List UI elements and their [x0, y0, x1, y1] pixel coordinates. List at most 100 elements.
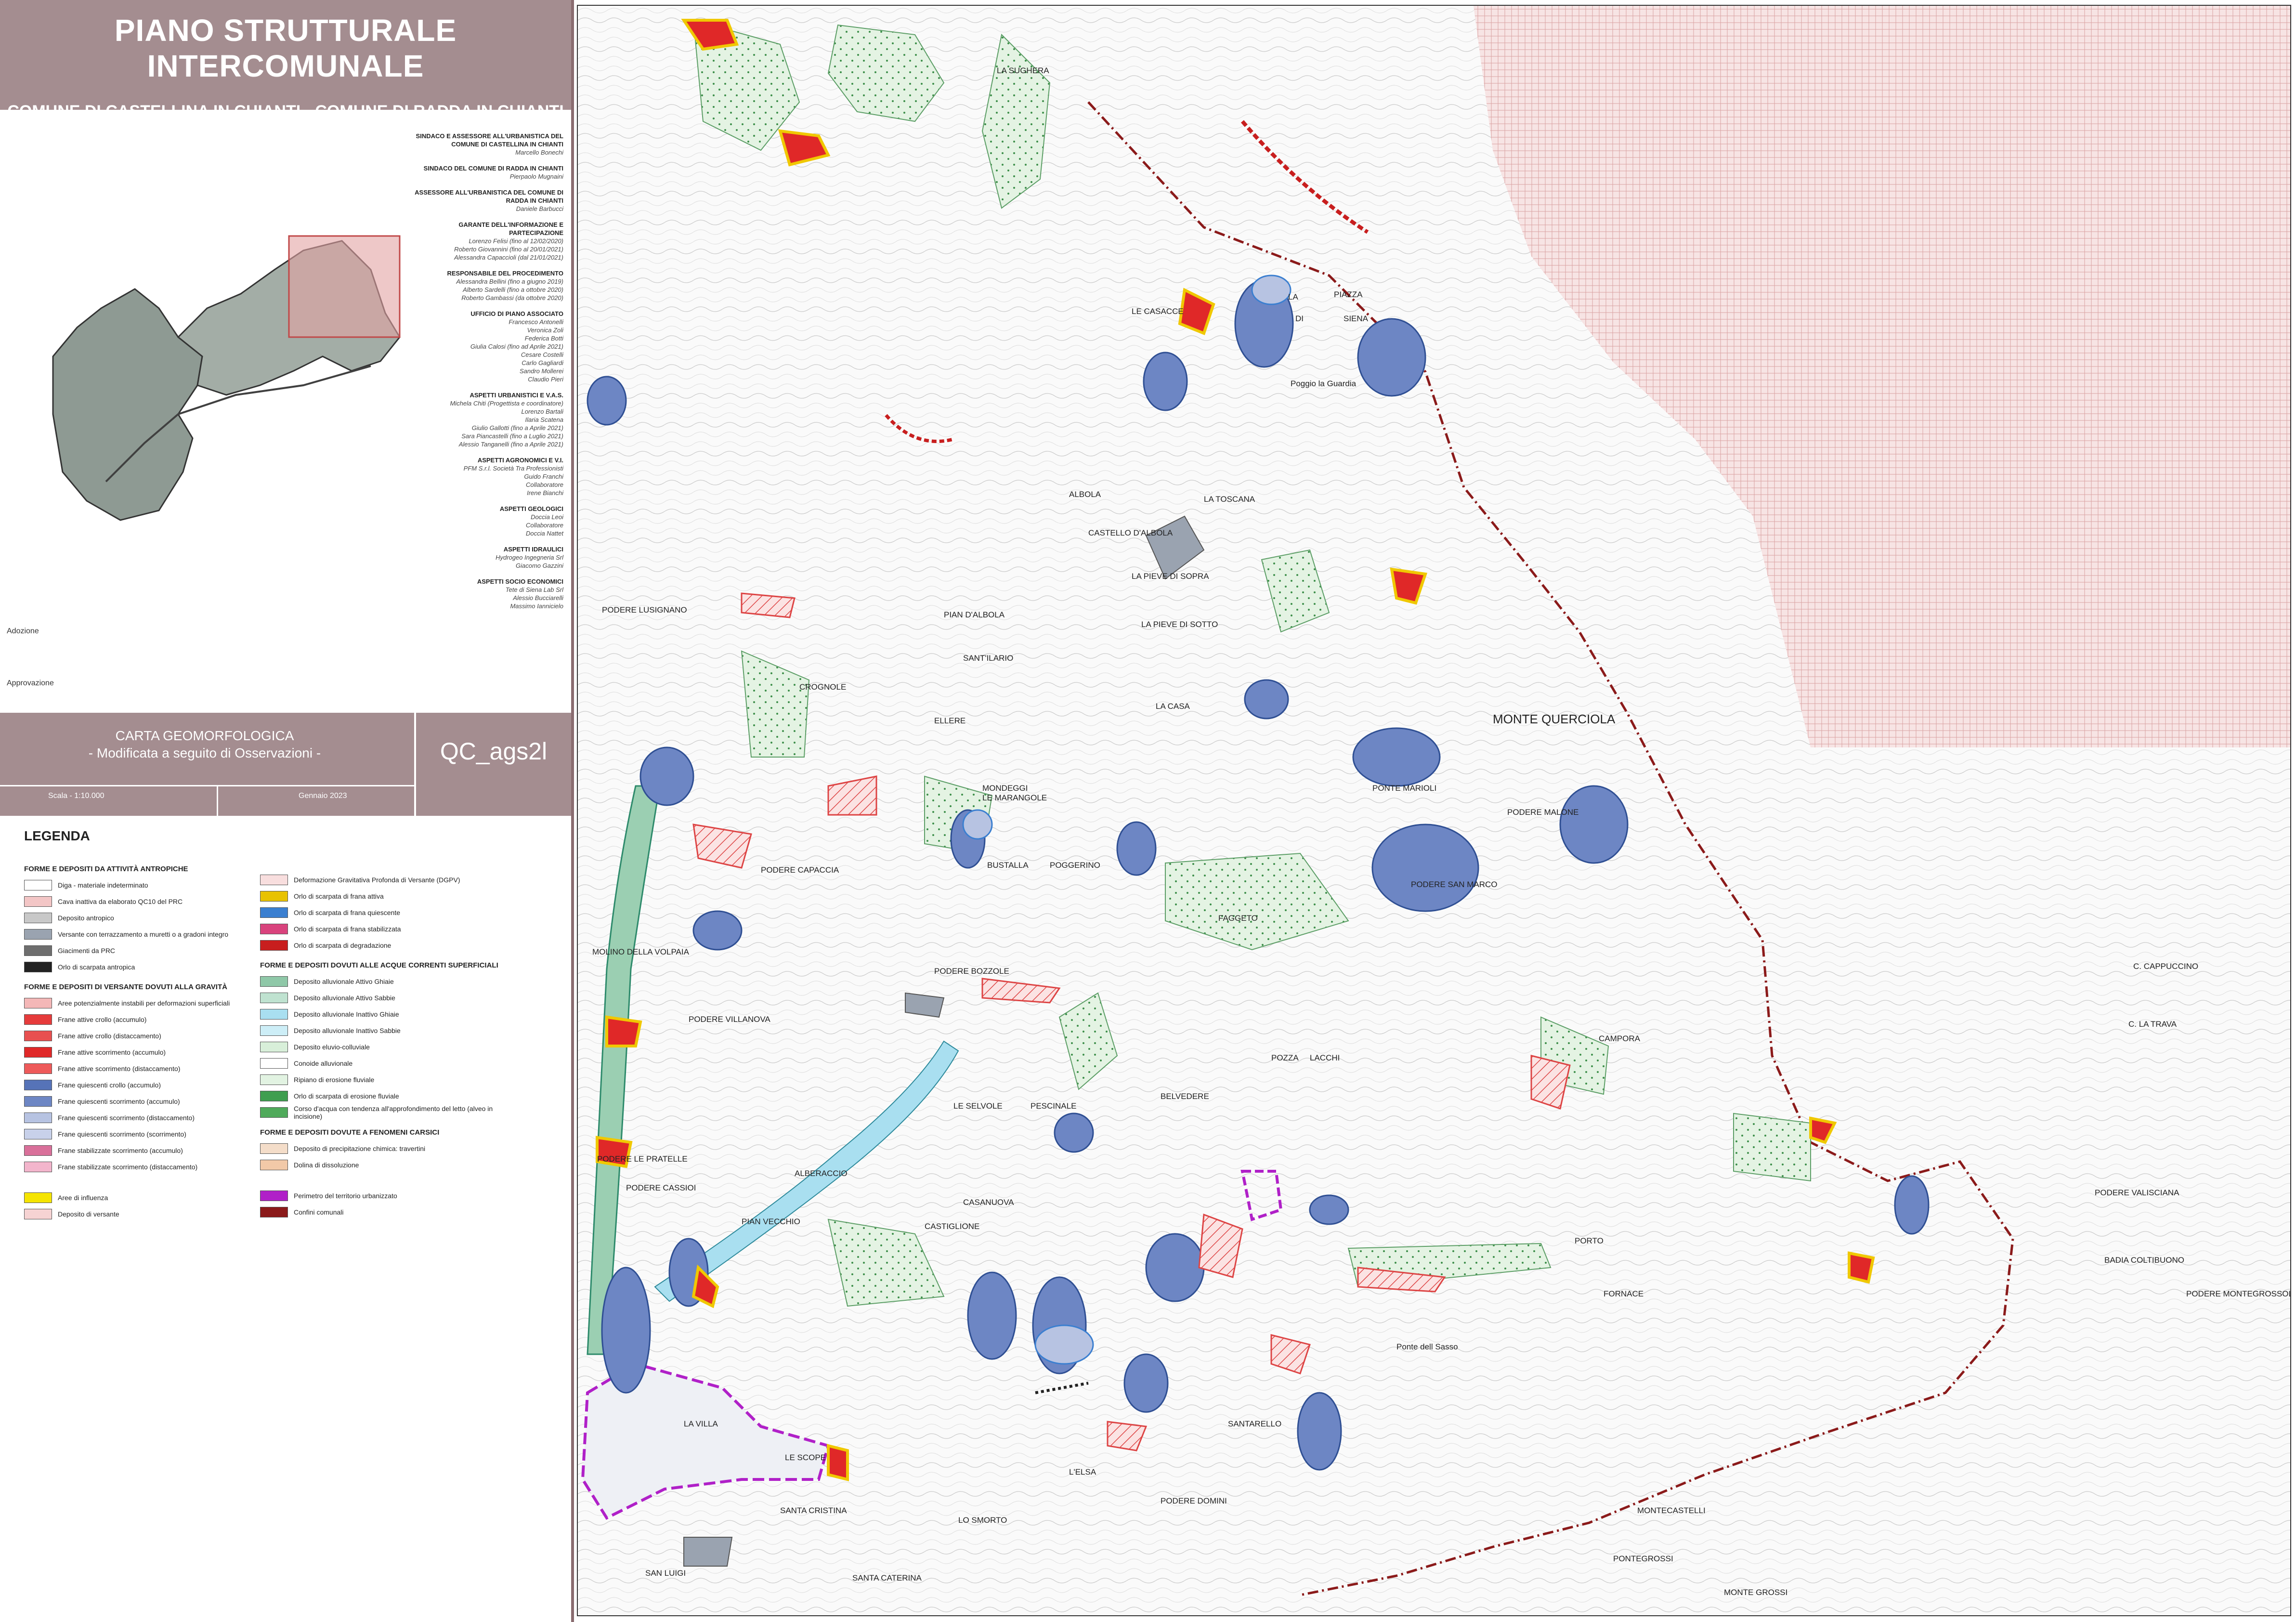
legend-item: Deposito eluvio-colluviale [260, 1039, 501, 1055]
credit-name: Sara Piancastelli (fino a Luglio 2021) [461, 432, 563, 440]
credit-name: Alessio Tanganelli (fino a Aprile 2021) [458, 441, 563, 448]
legend-label: Frane quiescenti crollo (accumulo) [58, 1081, 161, 1089]
title-card: CARTA GEOMORFOLOGICA - Modificata a segu… [0, 713, 571, 816]
legend-swatch [24, 1209, 52, 1219]
legend-item: Dolina di dissoluzione [260, 1157, 501, 1173]
legend-section-title: FORME E DEPOSITI DI VERSANTE DOVUTI ALLA… [24, 983, 227, 991]
legend-swatch [24, 1047, 52, 1058]
legend-swatch [24, 962, 52, 972]
place-label: MONTE GROSSI [1724, 1588, 1787, 1597]
place-label: BUSTALLA [987, 861, 1029, 870]
place-label: LE CASACCE [1132, 307, 1184, 316]
legend-swatch [24, 929, 52, 940]
legend-swatch [24, 1014, 52, 1025]
legend-item: Frane attive crollo (accumulo) [24, 1011, 265, 1028]
credit-name: Veronica Zoli [527, 327, 563, 334]
legend-swatch [260, 1009, 288, 1020]
legend-swatch [260, 1091, 288, 1101]
legend-label: Frane attive crollo (accumulo) [58, 1016, 147, 1023]
place-label: PODERE VALISCIANA [2095, 1188, 2179, 1197]
legend-item: Frane attive crollo (distaccamento) [24, 1028, 265, 1044]
place-label: LA PIEVE DI SOTTO [1141, 620, 1218, 629]
legend-label: Deposito di versante [58, 1210, 119, 1218]
credit-name: Giulia Calosi (fino ad Aprile 2021) [470, 343, 563, 350]
map-canvas[interactable]: LA SUGHERA LA PIAZZA DI SIENA LE CASACCE Poggi… [578, 6, 2290, 1615]
credit-name: Cesare Costelli [521, 351, 563, 358]
legend-item: Diga - materiale indeterminato [24, 877, 265, 893]
legend-item: Frane quiescenti scorrimento (accumulo) [24, 1093, 265, 1110]
legend-item: Aree potenzialmente instabili per deform… [24, 995, 265, 1011]
legend-item: Orlo di scarpata di frana stabilizzata [260, 921, 501, 937]
legend-swatch [260, 907, 288, 918]
legend-label: Frane quiescenti scorrimento (accumulo) [58, 1098, 180, 1105]
place-label: PONTEGROSSI [1613, 1554, 1673, 1563]
legend-swatch [24, 1112, 52, 1123]
legend-swatch [260, 993, 288, 1003]
legend-label: Frane stabilizzate scorrimento (accumulo… [58, 1147, 183, 1154]
legend-item: Deposito di versante [24, 1206, 265, 1222]
credit-name: Tete di Siena Lab Srl [505, 586, 563, 593]
legend-item: Deposito antropico [24, 910, 265, 926]
credit-name: Alessio Bucciarelli [513, 594, 563, 602]
legend-swatch [260, 1190, 288, 1201]
credit-role: ASPETTI SOCIO ECONOMICI [477, 578, 563, 585]
place-label: SANTARELLO [1228, 1419, 1281, 1428]
credit-name: Alessandra Bellini (fino a giugno 2019) [456, 278, 563, 285]
place-label: Poggio la Guardia [1291, 379, 1357, 388]
geomorphological-map[interactable]: LA SUGHERA LA PIAZZA DI SIENA LE CASACCE Poggi… [577, 5, 2291, 1616]
legend-label: Conoide alluvionale [294, 1060, 353, 1067]
place-label: PODERE MALONE [1507, 808, 1578, 817]
legend-item: Aree di influenza [24, 1190, 265, 1206]
scale-label: Scala - 1:10.000 [48, 792, 104, 800]
legend-column-left: FORME E DEPOSITI DA ATTIVITÀ ANTROPICHE D… [24, 857, 265, 1222]
map-title-block: CARTA GEOMORFOLOGICA - Modificata a segu… [0, 727, 409, 762]
card-divider [0, 785, 414, 786]
place-label: SANT'ILARIO [963, 654, 1013, 663]
legend-item: Versante con terrazzamento a muretti o a… [24, 926, 265, 942]
credit-name: Daniele Barbucci [516, 205, 563, 212]
legend-label: Deposito antropico [58, 914, 114, 922]
legend-title: LEGENDA [24, 828, 90, 843]
place-label: LE MARANGOLE [982, 793, 1047, 802]
legend-item: Orlo di scarpata di degradazione [260, 937, 501, 954]
place-label: PODERE LE PRATELLE [597, 1154, 688, 1164]
legend-item: Deposito alluvionale Attivo Ghiaie [260, 973, 501, 990]
map-extent-highlight [288, 235, 401, 338]
map-title-note: - Modificata a seguito di Osservazioni - [88, 746, 321, 760]
title-bar: PIANO STRUTTURALE INTERCOMUNALE COMUNE D… [0, 0, 571, 136]
place-label: PONTE MARIOLI [1372, 784, 1436, 793]
legend-label: Cava inattiva da elaborato QC10 del PRC [58, 898, 183, 905]
place-label: LA [1288, 292, 1298, 301]
place-label: PODERE LUSIGNANO [602, 605, 687, 615]
legend-label: Confini comunali [294, 1208, 344, 1216]
legend-label: Ripiano di erosione fluviale [294, 1076, 375, 1084]
place-label: LE SCOPE [785, 1453, 826, 1462]
place-label: LA TOSCANA [1204, 495, 1255, 504]
credit-role: UFFICIO DI PIANO ASSOCIATO [470, 310, 563, 317]
legend-swatch [24, 896, 52, 907]
place-label: CASTELLO D'ALBOLA [1088, 528, 1173, 537]
place-label: CROGNOLE [799, 682, 846, 692]
legend-label: Deposito alluvionale Attivo Ghiaie [294, 978, 394, 985]
legend-label: Giacimenti da PRC [58, 947, 116, 955]
adozione-label: Adozione [7, 627, 39, 635]
place-label: MONTE QUERCIOLA [1493, 712, 1616, 726]
legend-section-title: FORME E DEPOSITI DA ATTIVITÀ ANTROPICHE [24, 865, 188, 873]
credit-name: Marcello Bonechi [515, 149, 563, 156]
legend-item: Frane quiescenti scorrimento (distaccame… [24, 1110, 265, 1126]
legend-item: Deposito alluvionale Inattivo Ghiaie [260, 1006, 501, 1022]
credit-name: Pierpaolo Mugnaini [509, 173, 563, 180]
credit-name: Doccia Leoi [531, 513, 563, 521]
legend-label: Aree di influenza [58, 1194, 108, 1202]
credit-name: Claudio Pieri [528, 376, 563, 383]
legend: LEGENDA FORME E DEPOSITI DA ATTIVITÀ ANT… [24, 828, 559, 1219]
legend-item: Corso d'acqua con tendenza all'approfond… [260, 1104, 501, 1121]
legend-swatch [24, 1162, 52, 1172]
credit-name: Roberto Gambassi (da ottobre 2020) [461, 294, 563, 301]
credit-role: ASPETTI GEOLOGICI [499, 505, 563, 512]
legend-swatch [24, 913, 52, 923]
legend-swatch [24, 1129, 52, 1139]
legend-label: Deposito alluvionale Attivo Sabbie [294, 994, 395, 1002]
place-label: CAMPORA [1599, 1034, 1641, 1043]
legend-label: Deformazione Gravitativa Profonda di Ver… [294, 876, 460, 884]
